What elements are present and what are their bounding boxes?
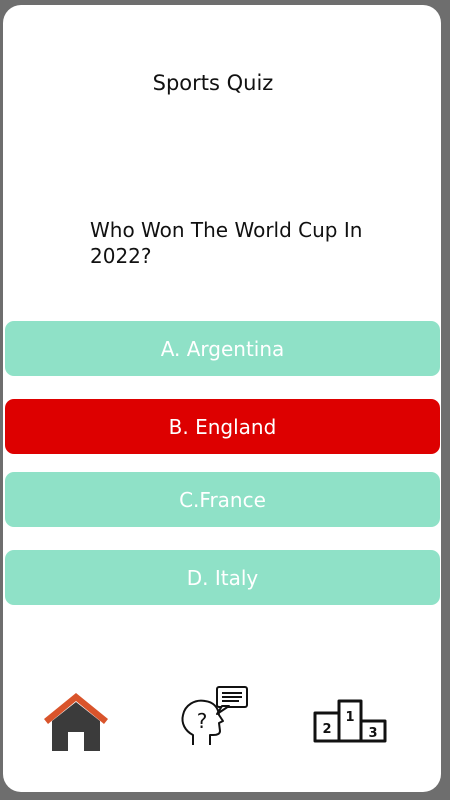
question-text: Who Won The World Cup In 2022? [90,218,363,268]
nav-leaderboard-button[interactable]: 2 1 3 [311,689,389,761]
quiz-thinking-head-icon: ? [181,686,248,745]
quiz-title: Sports Quiz [152,71,274,95]
nav-quiz-button[interactable]: ? [173,683,251,761]
answer-option-a[interactable]: A. Argentina [5,321,440,376]
nav-home-button[interactable] [37,683,115,761]
answer-option-d[interactable]: D. Italy [5,550,440,605]
podium-third-place: 3 [368,726,377,741]
answer-label: C.France [179,487,266,512]
answer-option-c[interactable]: C.France [5,472,440,527]
answer-label: B. England [168,414,277,439]
leaderboard-podium-icon: 2 1 3 [313,699,387,743]
svg-text:?: ? [197,709,208,733]
app-screen: Sports Quiz Who Won The World Cup In 202… [3,5,441,792]
podium-second-place: 2 [322,722,331,737]
home-icon [44,693,108,751]
podium-first-place: 1 [345,710,354,725]
answer-option-b[interactable]: B. England [5,399,440,454]
answer-label: D. Italy [186,565,259,590]
answer-label: A. Argentina [160,336,285,361]
